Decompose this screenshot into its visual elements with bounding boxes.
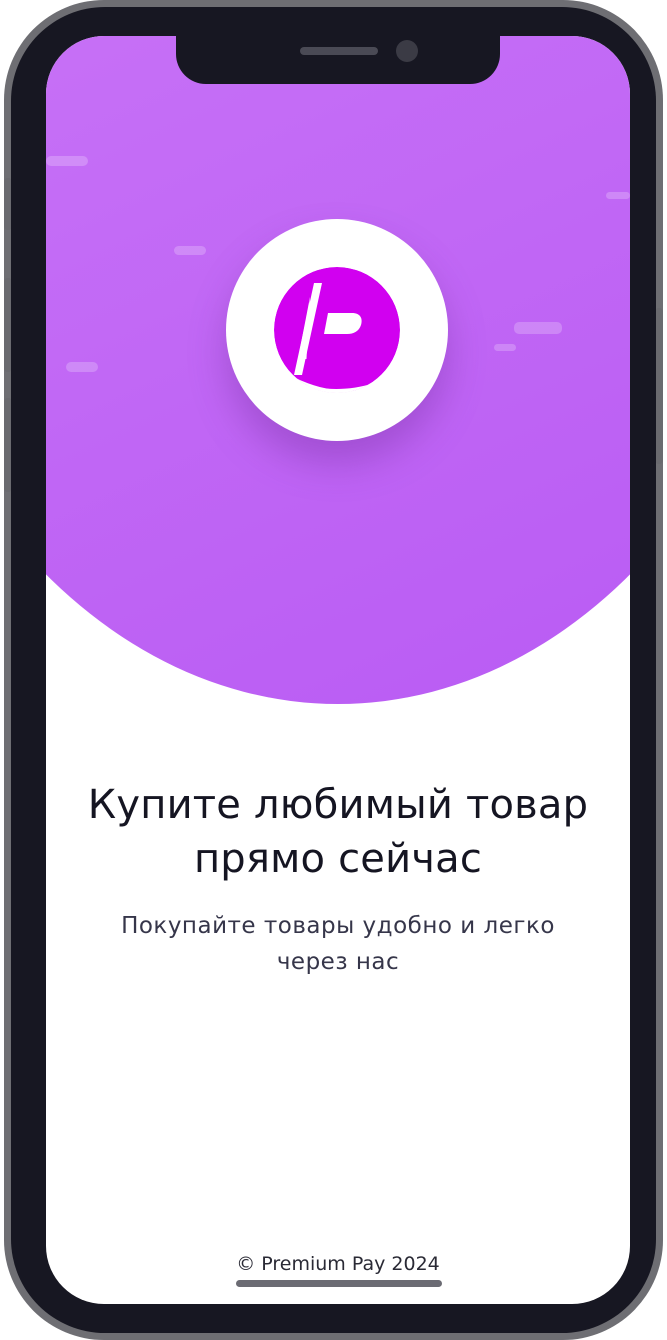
app-logo: [226, 219, 448, 441]
decorative-streak: [174, 246, 206, 255]
decorative-streak: [514, 322, 562, 334]
decorative-streak: [66, 362, 98, 372]
home-indicator[interactable]: [236, 1280, 442, 1287]
decorative-streak: [494, 344, 516, 351]
onboarding-title-line: Купите любимый товар: [87, 782, 589, 828]
onboarding-subtitle: Покупайте товары удобно и легко через на…: [86, 908, 590, 980]
onboarding-title-line: прямо сейчас: [193, 836, 483, 882]
decorative-streak: [606, 192, 630, 199]
phone-notch: [176, 36, 500, 84]
earpiece-speaker: [300, 47, 378, 55]
onboarding-subtitle-line: Покупайте товары удобно и легко: [121, 913, 555, 939]
onboarding-screen: Купите любимый товар прямо сейчас Покупа…: [46, 36, 630, 1304]
copyright-text: © Premium Pay 2024: [236, 1253, 440, 1275]
premium-pay-logo-icon: [274, 267, 400, 393]
phone-frame: Купите любимый товар прямо сейчас Покупа…: [4, 0, 663, 1340]
decorative-streak: [46, 156, 88, 166]
onboarding-title: Купите любимый товар прямо сейчас: [46, 778, 630, 886]
onboarding-subtitle-line: через нас: [276, 949, 400, 975]
front-camera: [396, 40, 418, 62]
power-button: [655, 308, 663, 464]
